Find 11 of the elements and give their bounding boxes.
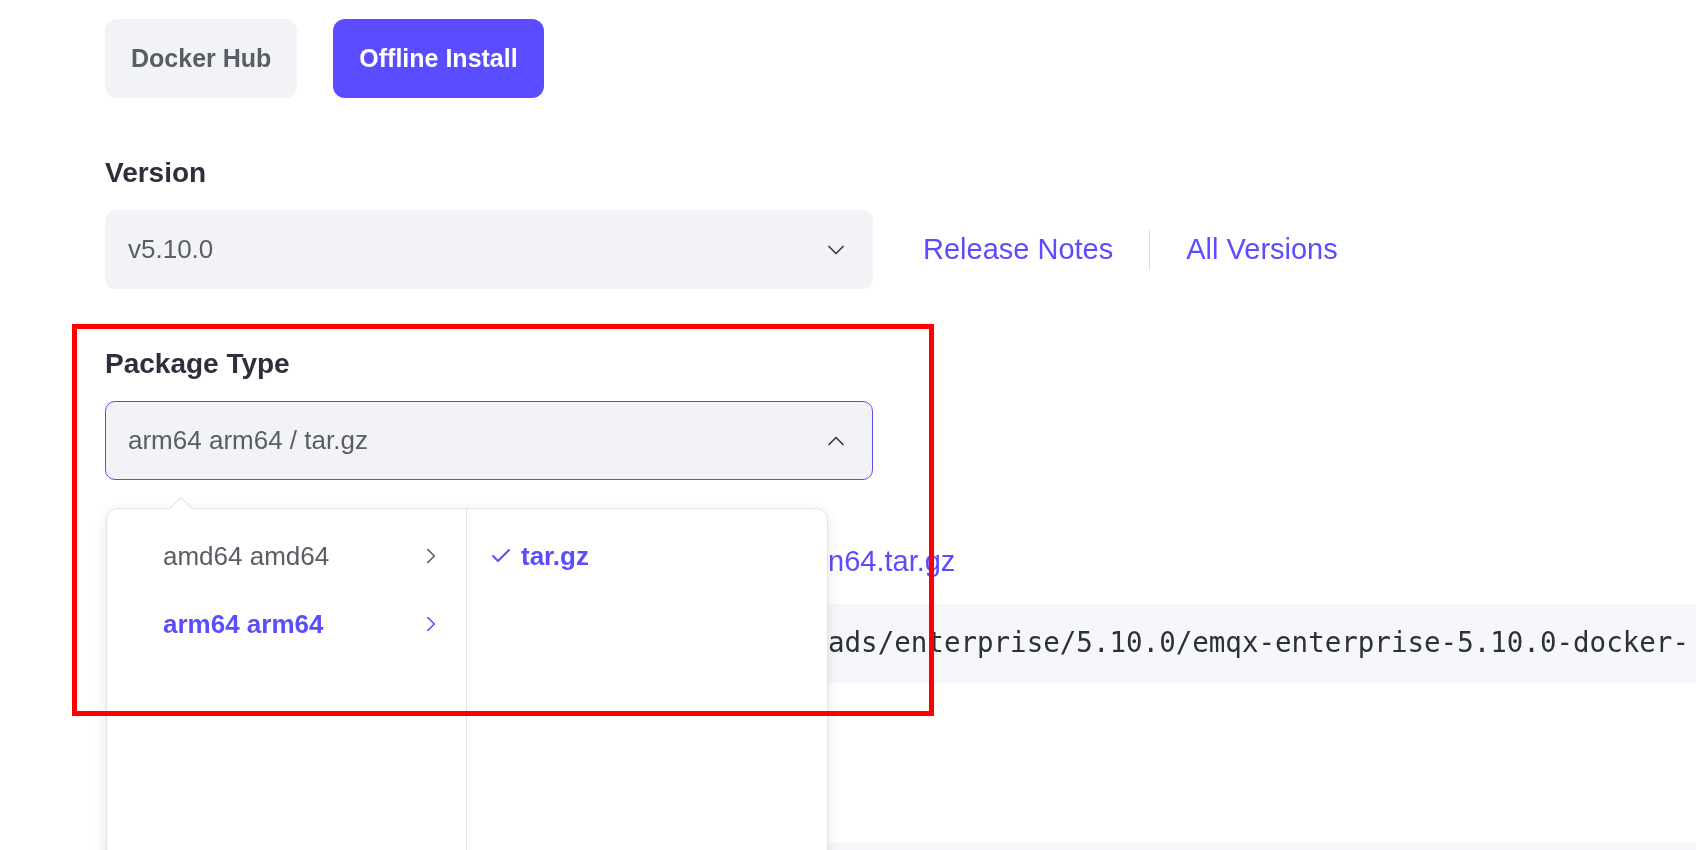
link[interactable]: Release Notes	[923, 227, 1114, 272]
select-field[interactable]: arm64 arm64 / tar.gz	[105, 401, 873, 480]
menu-item[interactable]: arm64 arm64	[107, 590, 466, 658]
tab[interactable]: Docker Hub	[105, 19, 298, 98]
select-field[interactable]: v5.10.0	[105, 210, 873, 289]
tab[interactable]: Offline Install	[333, 19, 544, 98]
menu-item[interactable]: amd64 amd64	[107, 522, 466, 590]
menu-item[interactable]: tar.gz	[467, 522, 827, 590]
link[interactable]: All Versions	[1186, 227, 1338, 272]
field-label: Package Type	[105, 347, 291, 381]
field-label: Version	[105, 156, 208, 190]
